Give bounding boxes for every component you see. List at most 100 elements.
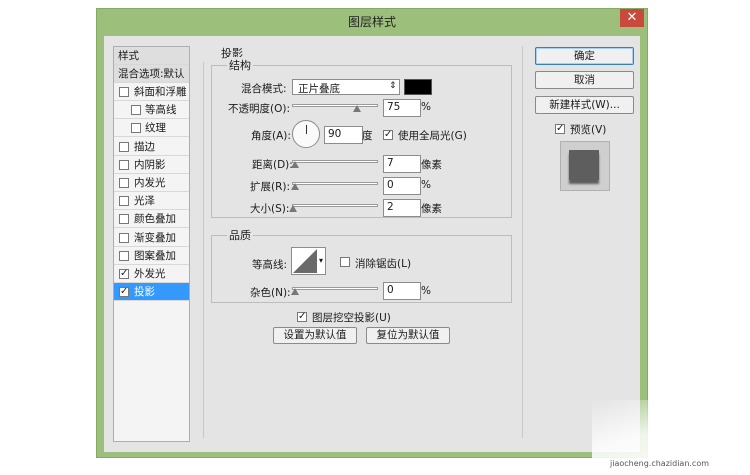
distance-slider-thumb[interactable] bbox=[290, 161, 299, 168]
spread-slider-track[interactable] bbox=[292, 182, 378, 185]
divider-left bbox=[203, 62, 204, 438]
style-item-label: 颜色叠加 bbox=[134, 213, 176, 226]
style-item-checkbox[interactable] bbox=[119, 178, 129, 188]
distance-slider-track[interactable] bbox=[292, 160, 378, 163]
size-unit: 像素 bbox=[421, 203, 442, 215]
size-slider-thumb[interactable] bbox=[288, 205, 297, 212]
style-item[interactable]: ✓ 投影 bbox=[114, 283, 189, 302]
style-item-label: 图案叠加 bbox=[134, 249, 176, 262]
style-item[interactable]: 图案叠加 bbox=[114, 247, 189, 265]
opacity-slider-track[interactable] bbox=[292, 104, 378, 107]
style-item-checkbox[interactable] bbox=[119, 196, 129, 207]
contour-preview-icon bbox=[293, 249, 317, 273]
opacity-input[interactable]: 75 bbox=[383, 99, 421, 117]
antialias-label[interactable]: 消除锯齿(L) bbox=[355, 256, 411, 271]
spread-slider-thumb[interactable] bbox=[291, 183, 299, 190]
style-item-checkbox[interactable] bbox=[119, 214, 129, 225]
style-item[interactable]: ✓ 外发光 bbox=[114, 265, 189, 283]
style-item-checkbox[interactable] bbox=[119, 87, 129, 97]
style-item[interactable]: 颜色叠加 bbox=[114, 210, 189, 229]
close-button[interactable]: ✕ bbox=[620, 9, 644, 27]
style-item-label: 投影 bbox=[134, 286, 155, 299]
contour-picker[interactable]: ▾ bbox=[291, 247, 326, 275]
style-item-checkbox[interactable] bbox=[119, 250, 129, 261]
contour-dropdown-arrow-icon[interactable]: ▾ bbox=[319, 256, 323, 265]
reset-default-button[interactable]: 复位为默认值 bbox=[366, 327, 450, 344]
style-item[interactable]: 斜面和浮雕 bbox=[114, 83, 189, 101]
global-light-checkbox[interactable]: ✓ bbox=[383, 130, 393, 140]
style-item-label: 内发光 bbox=[134, 177, 166, 189]
blend-mode-value: 正片叠底 bbox=[298, 83, 340, 95]
spread-unit: % bbox=[421, 179, 431, 191]
style-item[interactable]: 等高线 bbox=[114, 101, 189, 120]
style-item-checkbox[interactable] bbox=[131, 123, 141, 134]
style-item-label: 等高线 bbox=[145, 104, 177, 117]
size-label: 大小(S): bbox=[250, 203, 290, 215]
distance-input[interactable]: 7 bbox=[383, 155, 421, 173]
style-item[interactable]: 纹理 bbox=[114, 119, 189, 138]
opacity-slider-thumb[interactable] bbox=[352, 105, 361, 112]
angle-dial-needle bbox=[306, 125, 307, 134]
size-slider-track[interactable] bbox=[292, 204, 378, 207]
noise-input[interactable]: 0 bbox=[383, 282, 421, 300]
spread-input[interactable]: 0 bbox=[383, 177, 421, 195]
noise-unit: % bbox=[421, 285, 431, 297]
watermark-text: jiaocheng.chazidian.com bbox=[610, 459, 710, 468]
knockout-label[interactable]: 图层挖空投影(U) bbox=[312, 310, 391, 325]
distance-unit: 像素 bbox=[421, 159, 442, 171]
angle-label: 角度(A): bbox=[251, 130, 291, 142]
ok-button[interactable]: 确定 bbox=[535, 47, 634, 65]
cancel-button[interactable]: 取消 bbox=[535, 71, 634, 89]
style-item[interactable]: 内阴影 bbox=[114, 156, 189, 174]
antialias-checkbox[interactable] bbox=[340, 257, 350, 267]
style-item-label: 纹理 bbox=[145, 122, 166, 135]
blend-mode-select[interactable]: 正片叠底 ⇕ bbox=[292, 79, 400, 95]
style-item[interactable]: 内发光 bbox=[114, 174, 189, 192]
style-item-label: 渐变叠加 bbox=[134, 231, 176, 244]
style-item-checkbox[interactable] bbox=[119, 159, 129, 170]
distance-label: 距离(D): bbox=[252, 159, 293, 171]
angle-input[interactable]: 90 bbox=[324, 126, 363, 144]
blend-mode-label: 混合模式: bbox=[241, 83, 287, 95]
spread-label: 扩展(R): bbox=[250, 181, 291, 193]
global-light-label[interactable]: 使用全局光(G) bbox=[398, 128, 467, 143]
blending-options-item[interactable]: 混合选项:默认 bbox=[114, 65, 189, 83]
quality-legend: 品质 bbox=[227, 227, 253, 243]
style-item-label: 内阴影 bbox=[134, 158, 166, 171]
knockout-checkbox[interactable]: ✓ bbox=[297, 312, 307, 322]
make-default-button[interactable]: 设置为默认值 bbox=[273, 327, 357, 344]
divider-right bbox=[522, 46, 523, 438]
style-item-checkbox[interactable] bbox=[131, 105, 141, 116]
size-input[interactable]: 2 bbox=[383, 199, 421, 217]
style-item[interactable]: 描边 bbox=[114, 138, 189, 156]
styles-list-header[interactable]: 样式 bbox=[114, 47, 189, 65]
preview-checkbox[interactable]: ✓ bbox=[555, 124, 565, 134]
angle-unit: 度 bbox=[362, 130, 373, 142]
structure-legend: 结构 bbox=[227, 57, 253, 73]
opacity-label: 不透明度(O): bbox=[228, 103, 290, 115]
styles-list: 样式 混合选项:默认 斜面和浮雕等高线纹理描边内阴影内发光光泽颜色叠加渐变叠加图… bbox=[113, 46, 190, 442]
noise-slider-track[interactable] bbox=[292, 287, 378, 290]
select-arrows-icon: ⇕ bbox=[389, 81, 397, 91]
style-item[interactable]: 渐变叠加 bbox=[114, 229, 189, 247]
noise-label: 杂色(N): bbox=[250, 287, 291, 299]
style-item-label: 斜面和浮雕 bbox=[134, 86, 187, 98]
style-item[interactable]: 光泽 bbox=[114, 192, 189, 211]
style-item-label: 外发光 bbox=[134, 268, 166, 280]
style-item-checkbox[interactable] bbox=[119, 141, 129, 152]
angle-dial[interactable] bbox=[292, 120, 320, 148]
style-item-label: 光泽 bbox=[134, 195, 155, 208]
dialog-title: 图层样式 bbox=[347, 15, 396, 29]
title-bar[interactable]: 图层样式 bbox=[97, 9, 647, 36]
style-item-checkbox[interactable]: ✓ bbox=[119, 269, 129, 279]
noise-slider-thumb[interactable] bbox=[291, 288, 299, 295]
style-item-checkbox[interactable] bbox=[119, 232, 129, 243]
shadow-color-swatch[interactable] bbox=[404, 79, 432, 95]
style-preview-box bbox=[560, 141, 610, 191]
style-item-label: 描边 bbox=[134, 140, 155, 153]
style-item-checkbox[interactable]: ✓ bbox=[119, 287, 129, 298]
preview-label[interactable]: 预览(V) bbox=[570, 122, 606, 137]
contour-label: 等高线: bbox=[252, 259, 288, 271]
new-style-button[interactable]: 新建样式(W)... bbox=[535, 96, 634, 114]
style-preview-swatch bbox=[569, 150, 599, 180]
